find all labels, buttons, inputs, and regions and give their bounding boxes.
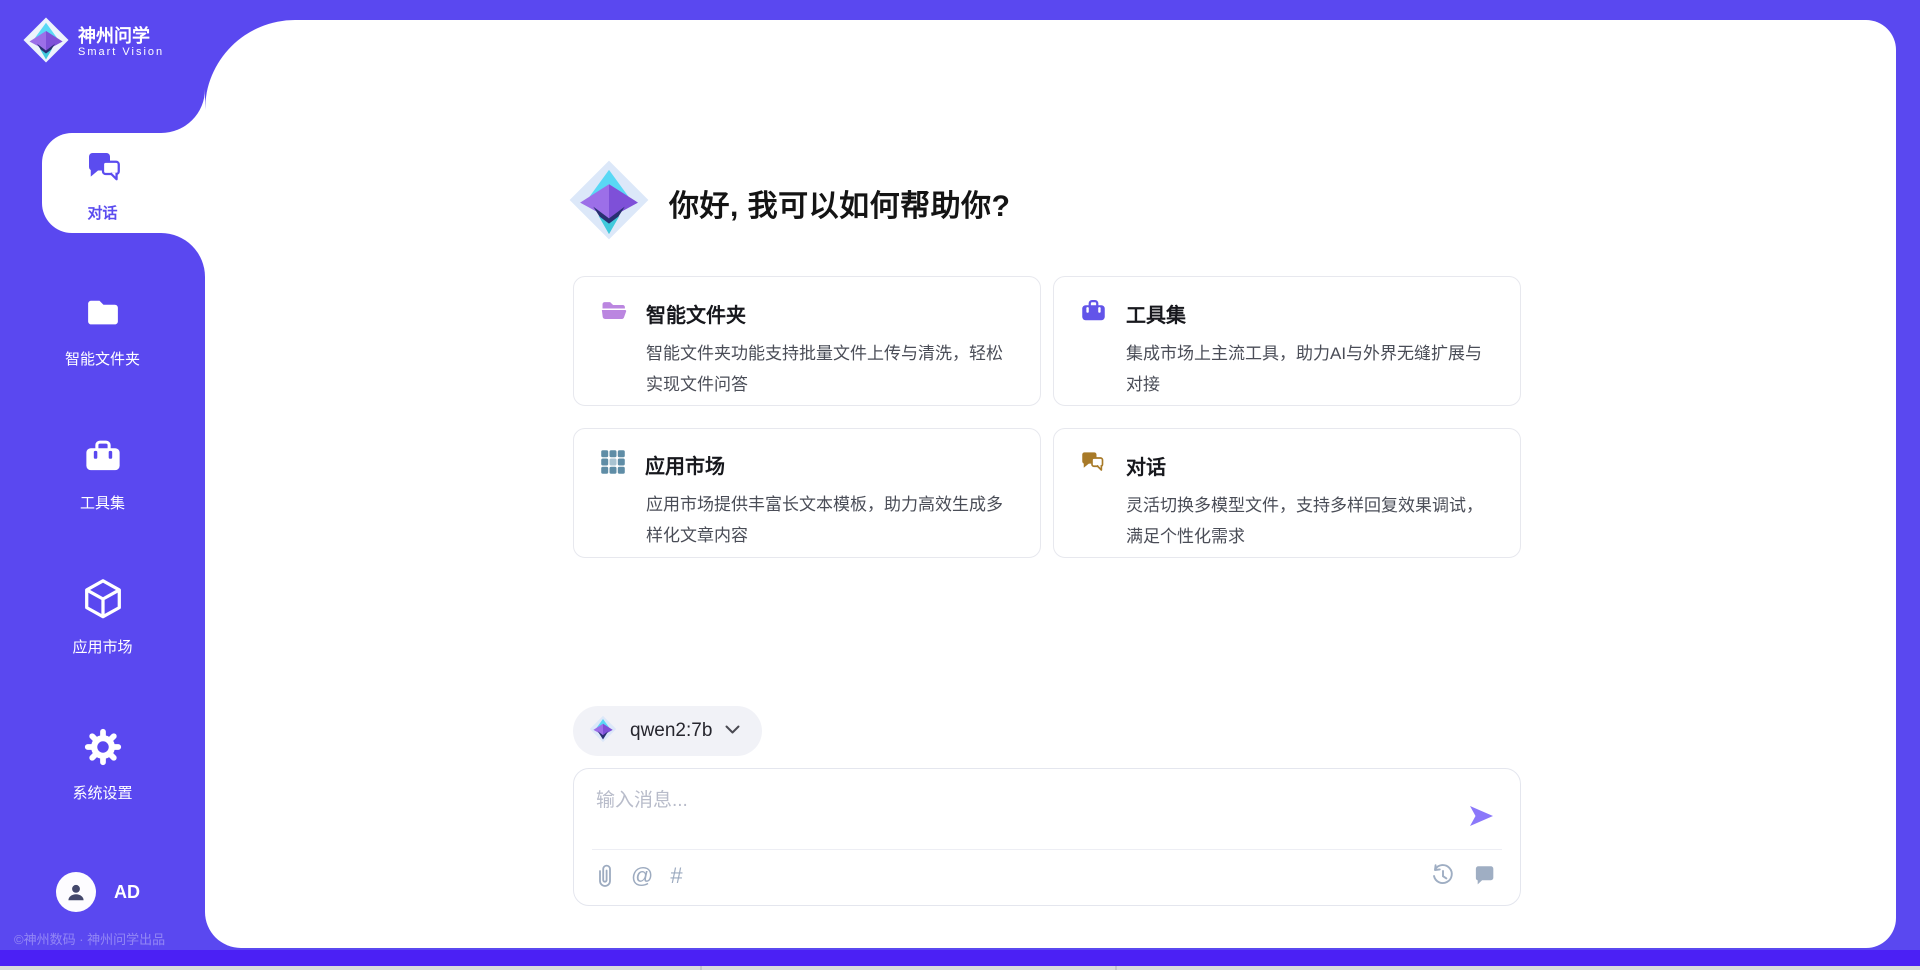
brand-diamond-logo-small bbox=[589, 715, 617, 748]
chat-history-icon[interactable] bbox=[1473, 864, 1496, 887]
brand-name: 神州问学 bbox=[78, 26, 164, 46]
chat-bubbles-icon bbox=[1080, 449, 1107, 481]
sidebar-item-chat[interactable]: 对话 bbox=[0, 146, 205, 223]
card-description: 集成市场上主流工具，助力AI与外界无缝扩展与对接 bbox=[1126, 338, 1498, 400]
card-description: 智能文件夹功能支持批量文件上传与清洗，轻松实现文件问答 bbox=[646, 338, 1018, 400]
briefcase-icon bbox=[82, 436, 124, 483]
sidebar-item-smart-folder[interactable]: 智能文件夹 bbox=[0, 292, 205, 369]
gear-icon bbox=[82, 726, 124, 773]
horizontal-scrollbar[interactable] bbox=[0, 966, 1920, 970]
user-name: AD bbox=[114, 882, 140, 903]
composer-divider bbox=[592, 849, 1502, 850]
sidebar-item-settings[interactable]: 系统设置 bbox=[0, 726, 205, 803]
chevron-down-icon bbox=[725, 722, 740, 740]
card-title: 对话 bbox=[1126, 451, 1166, 480]
brand-diamond-logo-large bbox=[567, 158, 651, 247]
folder-icon bbox=[82, 292, 124, 339]
sidebar-item-label: 系统设置 bbox=[72, 782, 132, 803]
sidebar-item-label: 智能文件夹 bbox=[65, 348, 140, 369]
sidebar-item-toolset[interactable]: 工具集 bbox=[0, 436, 205, 513]
greeting-text: 你好, 我可以如何帮助你? bbox=[669, 181, 1011, 225]
avatar bbox=[56, 872, 96, 912]
card-smart-folder[interactable]: 智能文件夹 智能文件夹功能支持批量文件上传与清洗，轻松实现文件问答 bbox=[573, 276, 1041, 406]
attachment-icon[interactable] bbox=[596, 863, 614, 889]
sidebar-item-label: 应用市场 bbox=[72, 636, 132, 657]
main-content-panel: 你好, 我可以如何帮助你? 智能文件夹 智能文件夹功能支持批量文件上传与清洗，轻… bbox=[205, 20, 1896, 948]
brand-block: 神州问学 Smart Vision bbox=[22, 16, 164, 69]
message-composer: @ # bbox=[573, 768, 1521, 906]
greeting-block: 你好, 我可以如何帮助你? bbox=[567, 158, 1011, 247]
brand-diamond-logo bbox=[22, 16, 70, 69]
feature-cards: 智能文件夹 智能文件夹功能支持批量文件上传与清洗，轻松实现文件问答 工具集 集成… bbox=[573, 276, 1521, 558]
sidebar-item-label: 对话 bbox=[87, 202, 117, 223]
hashtag-icon[interactable]: # bbox=[670, 863, 682, 889]
sidebar-item-label: 工具集 bbox=[80, 492, 125, 513]
model-selector[interactable]: qwen2:7b bbox=[573, 706, 762, 756]
card-toolset[interactable]: 工具集 集成市场上主流工具，助力AI与外界无缝扩展与对接 bbox=[1053, 276, 1521, 406]
sidebar: 神州问学 Smart Vision 对话 智能文件夹 bbox=[0, 0, 205, 970]
card-title: 应用市场 bbox=[645, 450, 725, 479]
card-app-market[interactable]: 应用市场 应用市场提供丰富长文本模板，助力高效生成多样化文章内容 bbox=[573, 428, 1041, 558]
bottom-accent-strip bbox=[0, 950, 1920, 966]
mention-icon[interactable]: @ bbox=[631, 863, 653, 889]
folder-open-icon bbox=[600, 297, 627, 329]
brand-subtitle: Smart Vision bbox=[78, 46, 164, 59]
grid-icon bbox=[600, 449, 626, 480]
card-description: 应用市场提供丰富长文本模板，助力高效生成多样化文章内容 bbox=[646, 489, 1018, 551]
card-chat[interactable]: 对话 灵活切换多模型文件，支持多样回复效果调试，满足个性化需求 bbox=[1053, 428, 1521, 558]
chat-bubbles-icon bbox=[82, 146, 124, 193]
card-title: 工具集 bbox=[1126, 299, 1186, 328]
card-title: 智能文件夹 bbox=[646, 299, 746, 328]
card-description: 灵活切换多模型文件，支持多样回复效果调试，满足个性化需求 bbox=[1126, 490, 1498, 552]
cube-icon bbox=[80, 576, 126, 627]
history-icon[interactable] bbox=[1430, 863, 1455, 888]
model-name: qwen2:7b bbox=[630, 720, 712, 742]
message-input[interactable] bbox=[594, 783, 1438, 843]
sidebar-item-app-market[interactable]: 应用市场 bbox=[0, 576, 205, 657]
briefcase-icon bbox=[1080, 297, 1107, 329]
send-icon[interactable] bbox=[1468, 805, 1494, 830]
user-account[interactable]: AD bbox=[56, 872, 140, 912]
copyright-text: ©神州数码 · 神州问学出品 bbox=[14, 929, 165, 948]
